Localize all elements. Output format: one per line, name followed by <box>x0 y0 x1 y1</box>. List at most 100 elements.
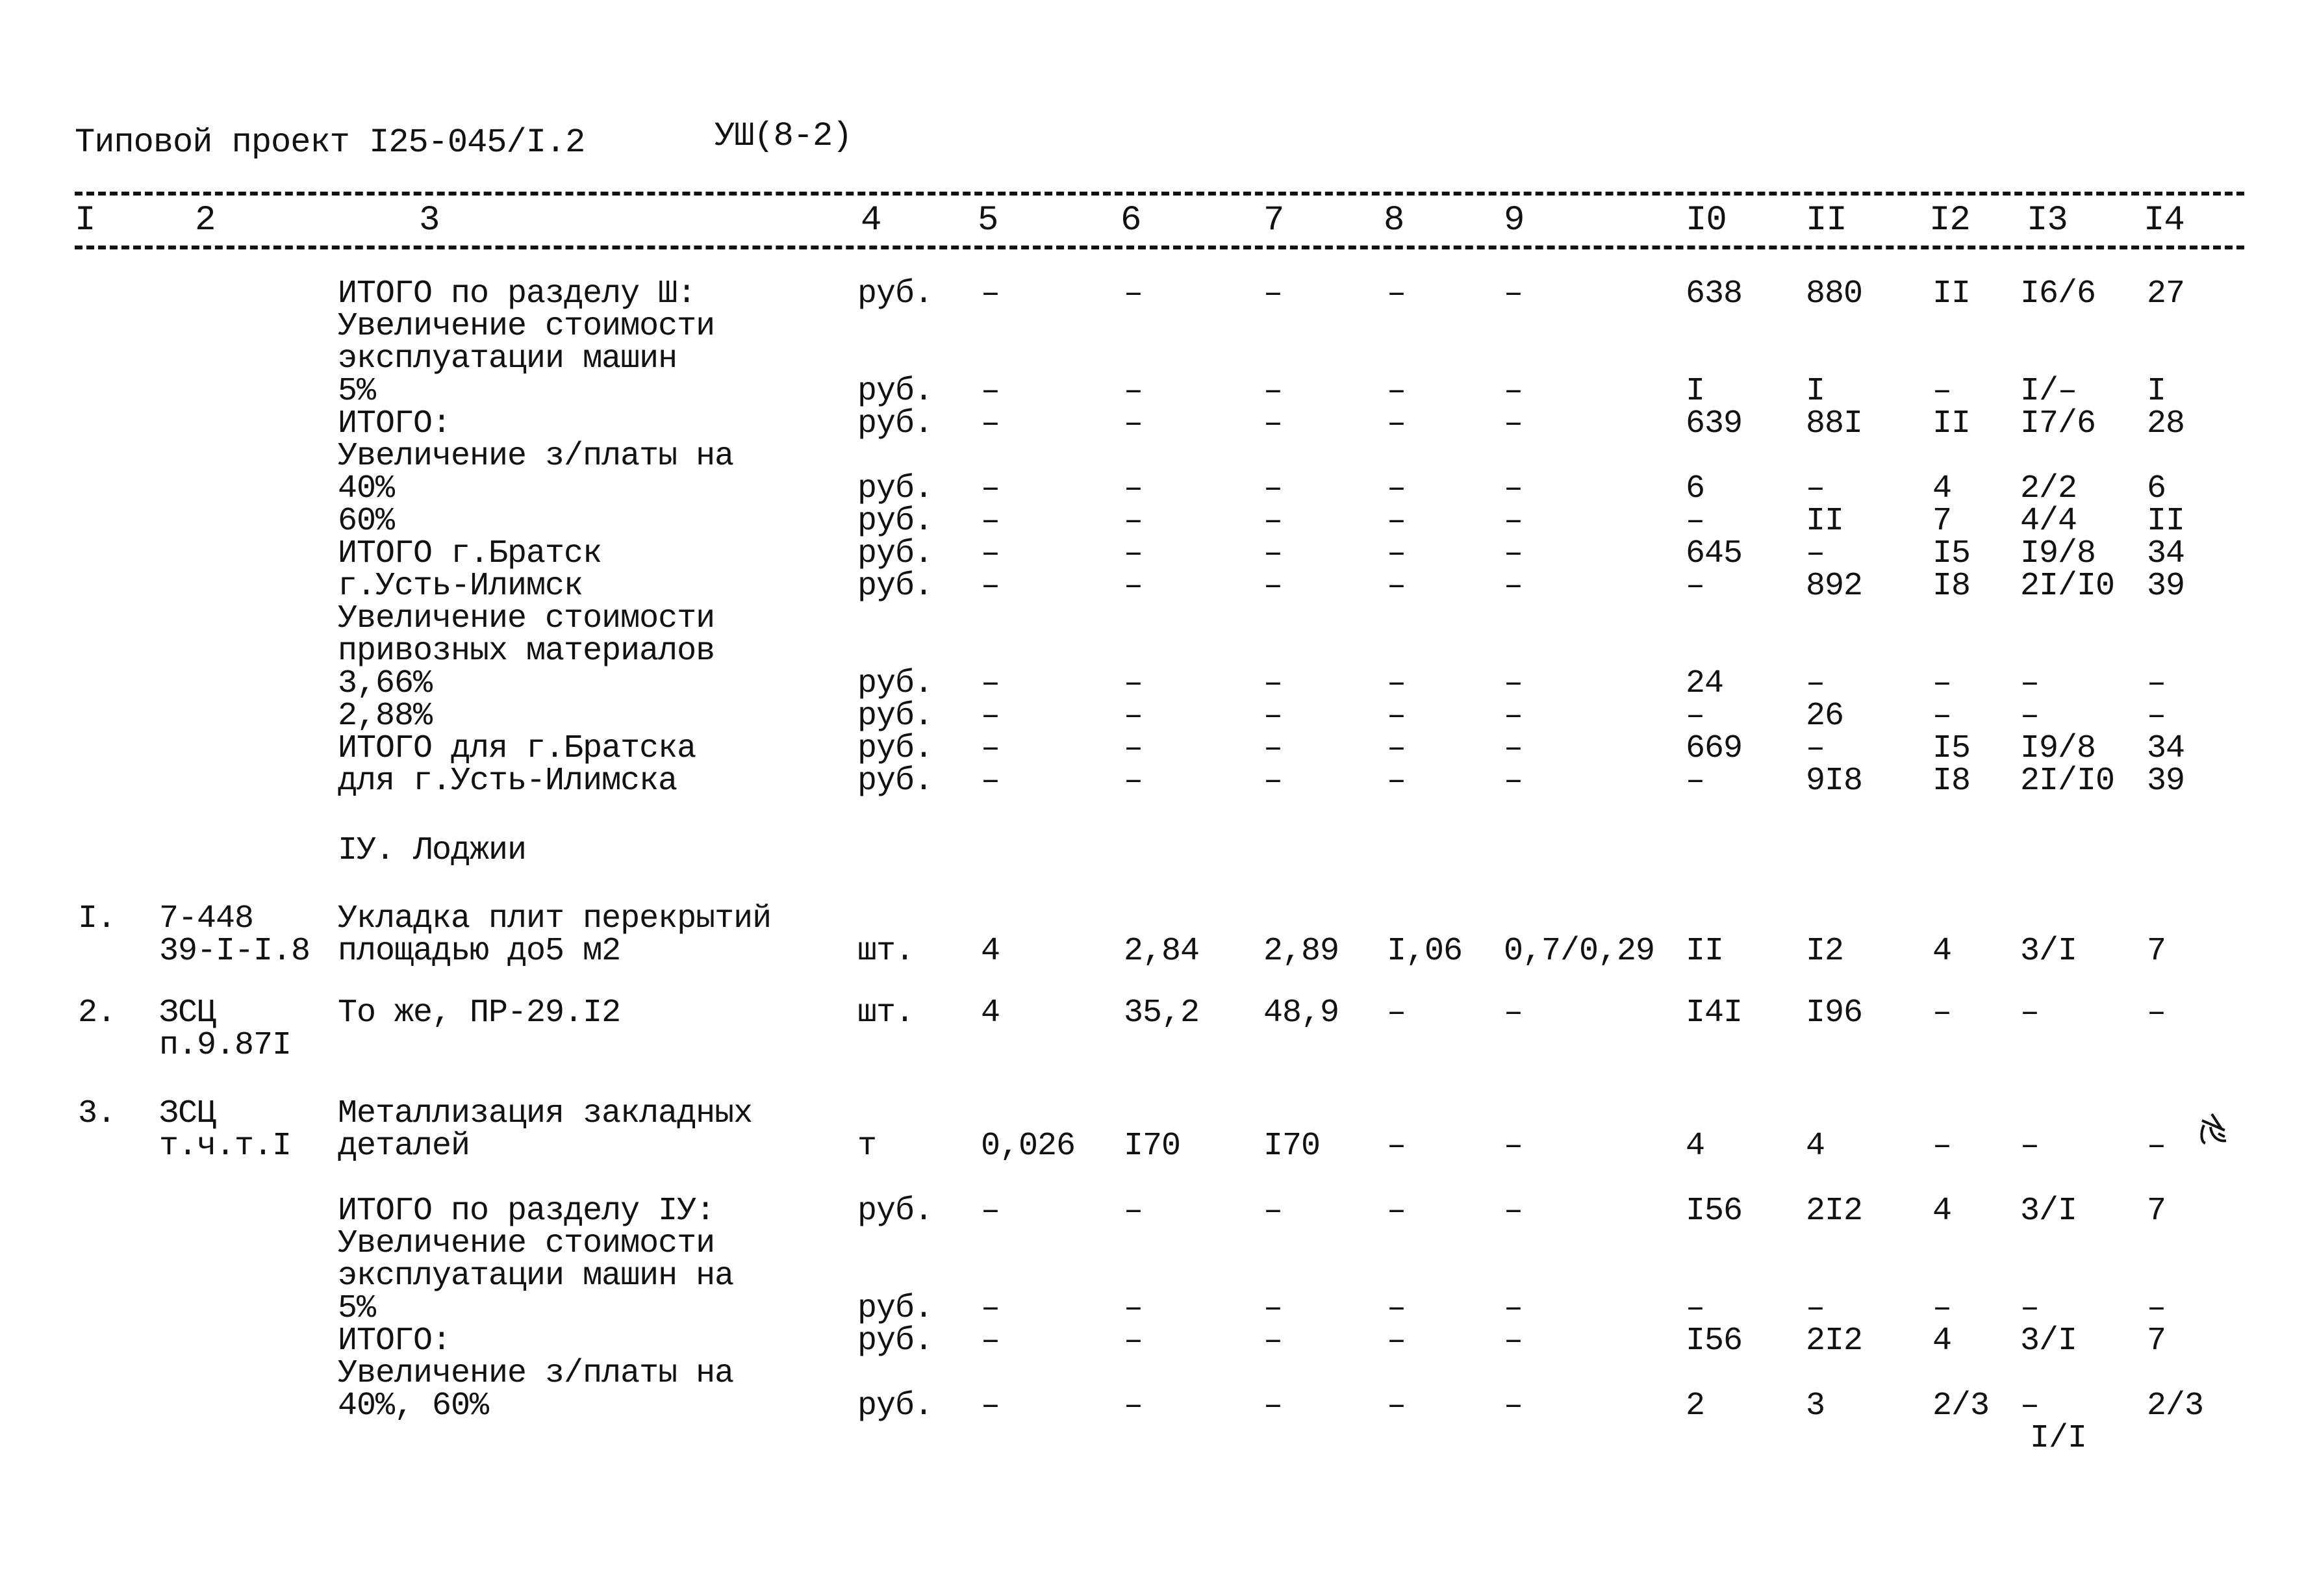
item-description: 5% <box>338 373 376 410</box>
item-description: Укладка плит перекрытий <box>338 900 772 937</box>
cell-col-14: – <box>2147 1290 2166 1327</box>
document-title: Типовой проект I25-045/I.2 <box>75 123 585 162</box>
cell-col-10: I56 <box>1686 1323 1743 1360</box>
cell-col-7: – <box>1263 665 1283 702</box>
cell-col-7: – <box>1263 1387 1283 1425</box>
cell-col-5: – <box>981 470 1000 507</box>
cell-col-12: 2/3 <box>1932 1387 1990 1425</box>
cell-col-9: – <box>1504 1128 1523 1165</box>
cell-col-5: – <box>981 568 1000 605</box>
unit-of-measure: т <box>857 1128 877 1165</box>
cell-col-6: – <box>1124 275 1143 312</box>
cell-col-7: 2,89 <box>1263 933 1339 970</box>
cell-col-12: 4 <box>1932 1323 1952 1360</box>
cell-col-14: II <box>2147 503 2185 540</box>
cell-col-7: – <box>1263 1193 1283 1230</box>
cell-col-5: 4 <box>981 994 1000 1032</box>
item-description: ИТОГО по разделу Ш: <box>338 275 696 312</box>
cell-col-9: – <box>1504 503 1523 540</box>
cell-col-5: – <box>981 1323 1000 1360</box>
cell-col-14: – <box>2147 665 2166 702</box>
cell-col-12: – <box>1932 994 1952 1032</box>
cell-col-14: 34 <box>2147 535 2185 572</box>
item-description: 2,88% <box>338 698 433 735</box>
cell-col-9: 0,7/0,29 <box>1504 933 1655 970</box>
item-number: 2. <box>78 994 116 1032</box>
cell-col-5: – <box>981 1290 1000 1327</box>
cell-col-11: 88I <box>1806 405 1863 442</box>
cell-col-12: – <box>1932 1128 1952 1165</box>
column-header-9: 9 <box>1504 201 1525 240</box>
sheet-code: УШ(8-2) <box>715 117 852 155</box>
cell-col-9: – <box>1504 763 1523 800</box>
cell-col-7: – <box>1263 470 1283 507</box>
cell-col-5: – <box>981 665 1000 702</box>
cell-col-8: – <box>1387 994 1406 1032</box>
cell-col-10: 24 <box>1686 665 1724 702</box>
cell-col-6: – <box>1124 535 1143 572</box>
cell-col-7: – <box>1263 275 1283 312</box>
cell-col-5: – <box>981 373 1000 410</box>
norm-reference: ЗСЦ <box>159 1095 216 1132</box>
cell-col-5: 0,026 <box>981 1128 1076 1165</box>
cell-col-13: 3/I <box>2020 933 2077 970</box>
cell-col-5: – <box>981 1387 1000 1425</box>
cell-col-10: I56 <box>1686 1193 1743 1230</box>
cell-col-8: – <box>1387 1323 1406 1360</box>
cell-col-10: – <box>1686 503 1705 540</box>
cell-col-13: 3/I <box>2020 1193 2077 1230</box>
cell-col-12: – <box>1932 373 1952 410</box>
cell-col-13: – <box>2020 665 2040 702</box>
cell-col-10: I4I <box>1686 994 1743 1032</box>
cell-col-13: 3/I <box>2020 1323 2077 1360</box>
cell-col-12: – <box>1932 665 1952 702</box>
cell-col-8: – <box>1387 1128 1406 1165</box>
item-description: Увеличение з/платы на <box>338 438 734 475</box>
cell-col-6: – <box>1124 1323 1143 1360</box>
item-description: эксплуатации машин <box>338 340 677 377</box>
cell-col-14: – <box>2147 698 2166 735</box>
cell-col-12: II <box>1932 405 1971 442</box>
cell-col-11: I <box>1806 373 1825 410</box>
header-bottom-rule <box>75 246 2244 249</box>
cell-col-8: – <box>1387 275 1406 312</box>
cell-col-14: 2/3 <box>2147 1387 2204 1425</box>
unit-of-measure: руб. <box>857 665 933 702</box>
cell-col-9: – <box>1504 698 1523 735</box>
cell-col-9: – <box>1504 665 1523 702</box>
cell-col-10: 639 <box>1686 405 1743 442</box>
unit-of-measure: руб. <box>857 275 933 312</box>
cell-col-10: II <box>1686 933 1724 970</box>
cell-col-6: – <box>1124 665 1143 702</box>
item-description: Увеличение стоимости <box>338 1225 715 1262</box>
cell-col-8: – <box>1387 665 1406 702</box>
item-description: 3,66% <box>338 665 433 702</box>
cell-col-13: I/– <box>2020 373 2077 410</box>
cell-col-10: I <box>1686 373 1705 410</box>
cell-col-10: 6 <box>1686 470 1705 507</box>
column-header-3: 3 <box>419 201 440 240</box>
cell-col-11: 3 <box>1806 1387 1825 1425</box>
cell-col-5: – <box>981 698 1000 735</box>
cell-col-8: – <box>1387 535 1406 572</box>
norm-reference: ЗСЦ <box>159 994 216 1032</box>
column-header-5: 5 <box>978 201 998 240</box>
cell-col-10: – <box>1686 568 1705 605</box>
cell-col-5: – <box>981 730 1000 767</box>
cell-col-13: I7/6 <box>2020 405 2096 442</box>
cell-col-6: – <box>1124 763 1143 800</box>
cell-col-11: II <box>1806 503 1844 540</box>
handwritten-mark-icon <box>2200 1113 2227 1145</box>
cell-col-14: 39 <box>2147 763 2185 800</box>
cell-col-14: 27 <box>2147 275 2185 312</box>
unit-of-measure: руб. <box>857 1323 933 1360</box>
cell-col-7: – <box>1263 503 1283 540</box>
cell-col-9: – <box>1504 994 1523 1032</box>
cell-col-7: 48,9 <box>1263 994 1339 1032</box>
norm-reference: 7-448 <box>159 900 254 937</box>
header-top-rule <box>75 192 2244 196</box>
cell-col-9: – <box>1504 405 1523 442</box>
cell-col-7: – <box>1263 373 1283 410</box>
cell-col-7: – <box>1263 1290 1283 1327</box>
cell-col-9: – <box>1504 730 1523 767</box>
